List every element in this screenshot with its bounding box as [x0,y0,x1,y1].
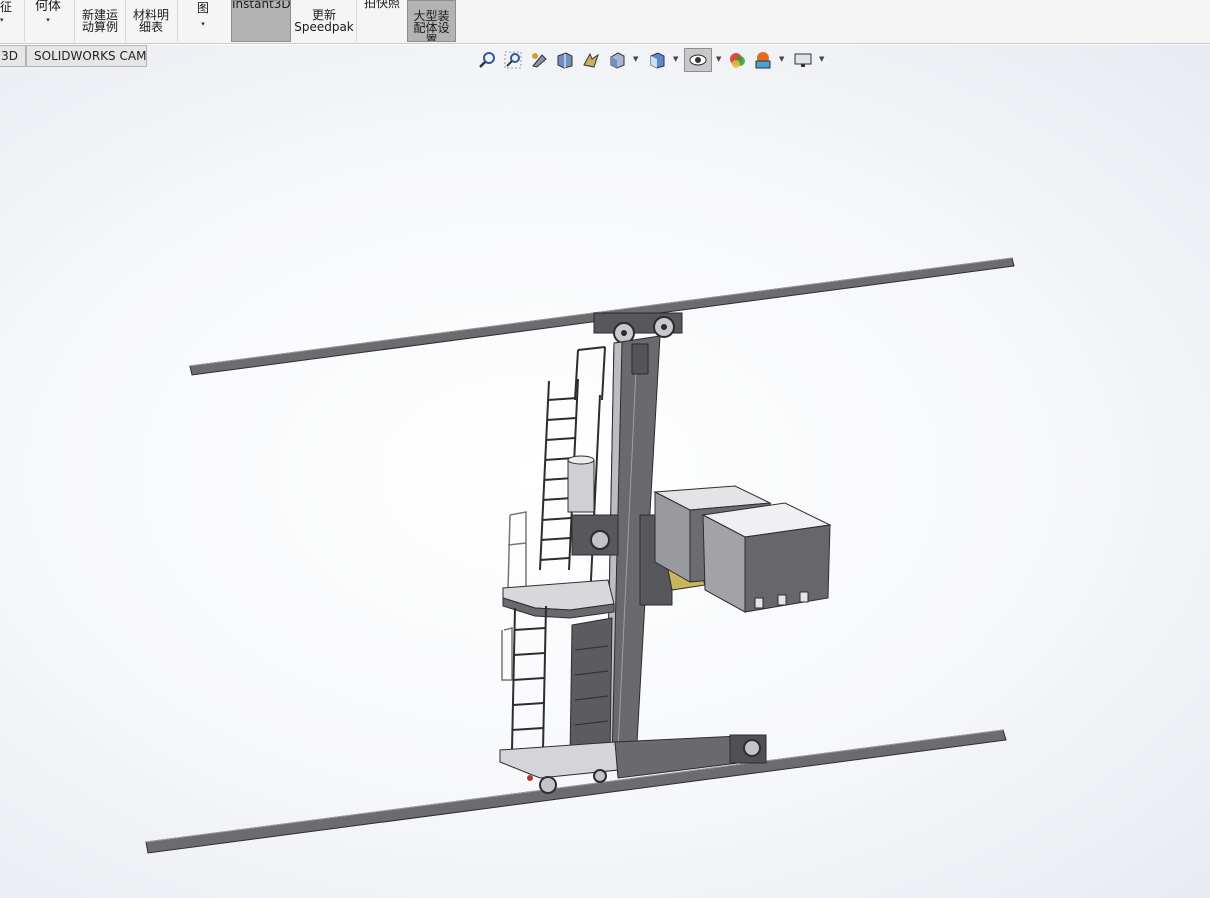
top-trolley [593,312,683,344]
bill-of-materials-button[interactable]: 材料明 细表 [128,0,174,42]
update-speedpak-button[interactable]: 更新 Speedpak [294,0,354,42]
chevron-down-icon: ▾ [0,16,4,24]
ribbon-separator [356,0,357,42]
ribbon-drawing-button[interactable]: 图 ▾ [180,0,226,42]
update-speedpak-label: 更新 Speedpak [294,8,354,34]
chevron-down-icon[interactable]: ▼ [716,55,721,63]
instant3d-button[interactable]: Instant3D [231,0,291,42]
ribbon-separator [177,0,178,42]
electrical-cabinet [569,617,613,759]
hide-show-items-icon[interactable] [684,48,712,72]
zoom-to-fit-icon[interactable] [476,48,498,72]
chevron-down-icon: ▾ [201,20,205,28]
edit-appearance-icon[interactable] [726,48,748,72]
ribbon-separator [24,0,25,42]
zoom-to-area-icon[interactable] [502,48,524,72]
graphics-viewport[interactable]: ▼ ▼ ▼ ▼ ▼ [0,45,1210,898]
new-motion-study-label: 新建运 动算例 [81,8,118,34]
chevron-down-icon[interactable]: ▼ [633,55,638,63]
bill-of-materials-label: 材料明 细表 [132,8,169,34]
chevron-down-icon[interactable]: ▼ [779,55,784,63]
chevron-down-icon[interactable]: ▼ [673,55,678,63]
ribbon-drawing-label: 图 [196,1,209,15]
take-snapshot-label: 拍快照 [363,0,400,10]
previous-view-icon[interactable] [528,48,550,72]
take-snapshot-button[interactable]: 拍快照 [359,0,405,42]
gantry-lift-model [145,257,1015,854]
tab-3d[interactable]: 3D [0,45,26,67]
ribbon-separator [125,0,126,42]
operator-platform [502,579,615,619]
apply-scene-icon[interactable] [752,48,774,72]
tab-3d-label: 3D [1,49,18,63]
ribbon-geometry-label: 何体 [34,0,61,14]
chevron-down-icon: ▾ [46,16,50,24]
view-orientation-icon[interactable] [606,48,628,72]
ribbon-features-label: 征 [0,0,13,14]
display-style-icon[interactable] [646,48,668,72]
section-view-icon[interactable] [554,48,576,72]
chevron-down-icon[interactable]: ▼ [819,55,824,63]
ribbon-geometry-button[interactable]: 何体 ▾ [28,0,68,42]
view-settings-icon[interactable] [792,48,814,72]
dynamic-annotation-icon[interactable] [580,48,602,72]
tab-solidworks-cam-label: SOLIDWORKS CAM [34,49,147,63]
tab-solidworks-cam[interactable]: SOLIDWORKS CAM [26,45,147,67]
command-manager-ribbon: 征 ▾ 何体 ▾ 新建运 动算例 材料明 细表 图 ▾ Instant3D 更新… [0,0,1210,44]
large-assembly-settings-button[interactable]: 大型装 配体设 置 [407,0,456,42]
new-motion-study-button[interactable]: 新建运 动算例 [77,0,123,42]
instant3d-label: Instant3D [232,0,291,11]
large-assembly-settings-label: 大型装 配体设 置 [413,9,450,42]
lower-ladder [511,605,547,751]
ribbon-separator [74,0,75,42]
storage-bin-front [701,502,832,613]
ribbon-features-button[interactable]: 征 ▾ [0,0,14,42]
